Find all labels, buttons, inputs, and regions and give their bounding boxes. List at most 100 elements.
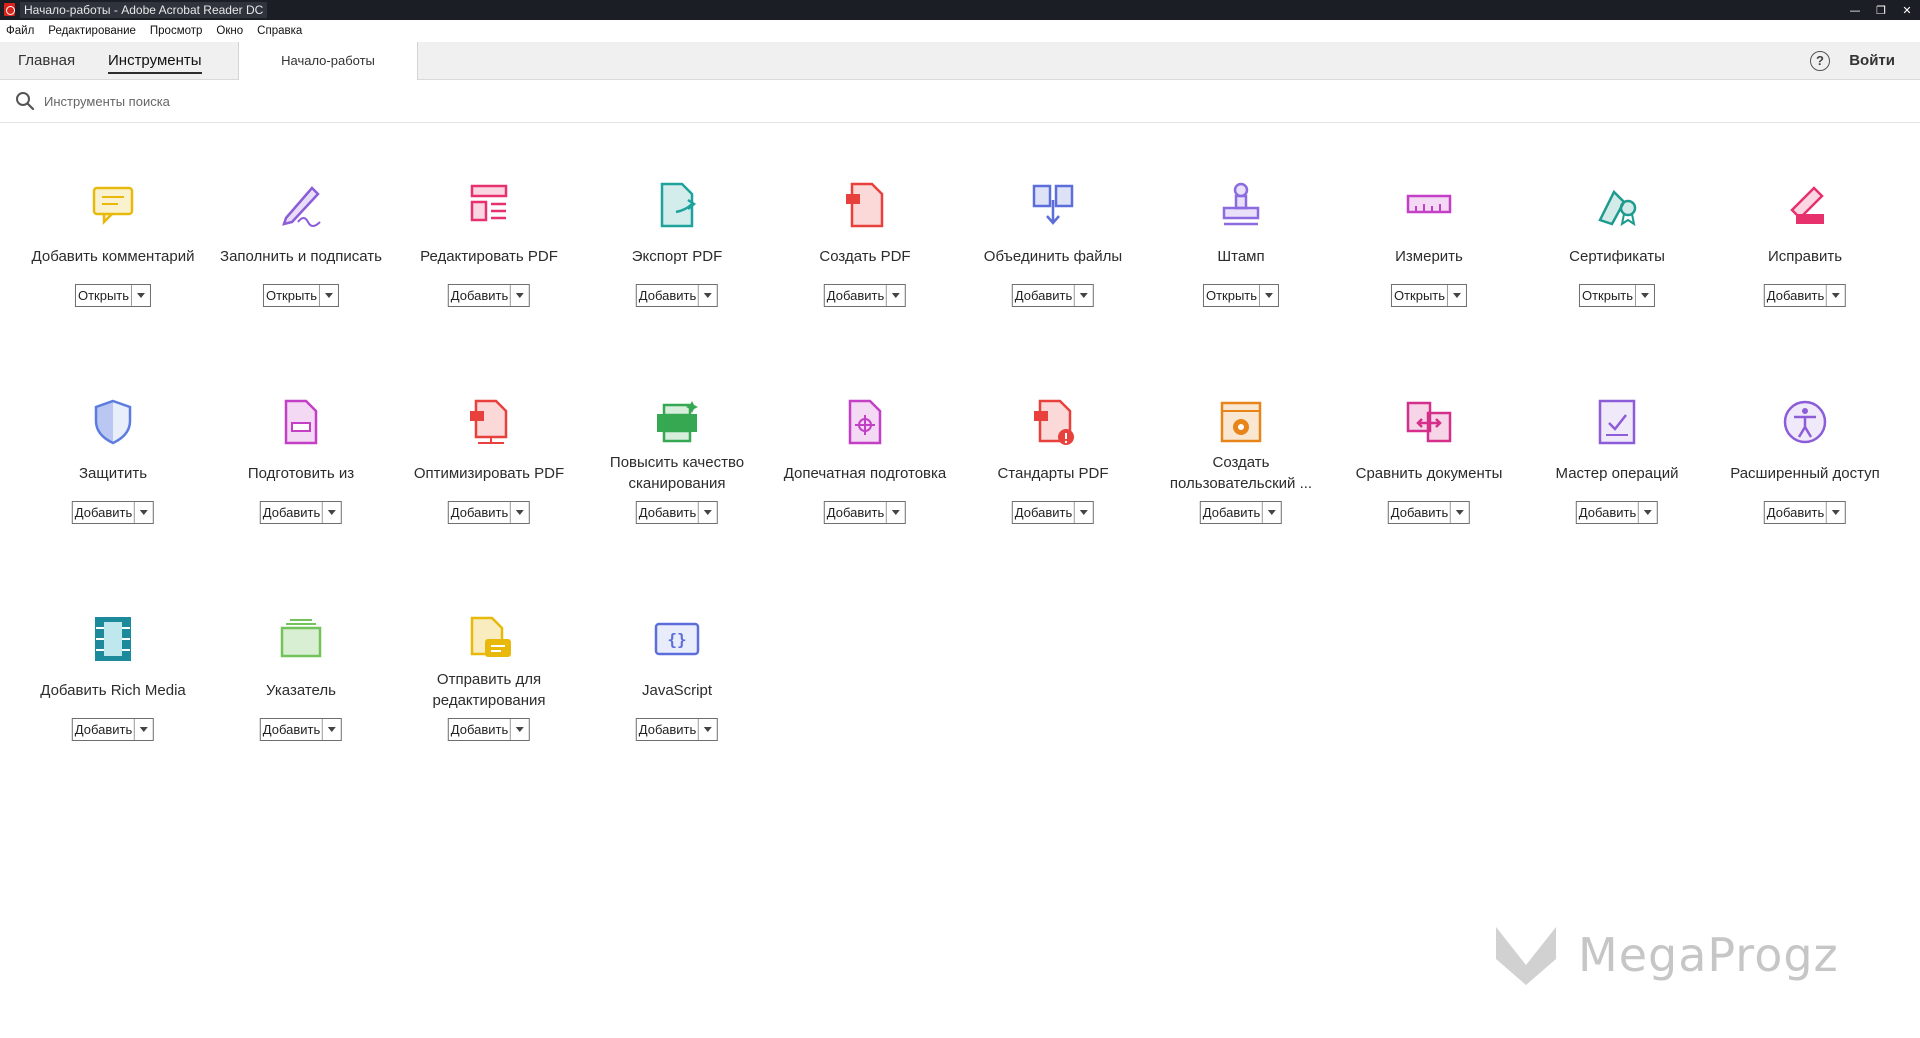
tool-action-button[interactable]: Добавить <box>823 284 907 307</box>
tool-action-button[interactable]: Добавить <box>1011 501 1095 524</box>
tool-card[interactable]: Исправить Добавить <box>1711 180 1899 340</box>
tool-card[interactable]: Создать пользовательский ... Добавить <box>1147 397 1335 557</box>
chevron-down-icon[interactable] <box>1827 285 1845 306</box>
pdf-standards-icon[interactable] <box>1028 397 1078 447</box>
chevron-down-icon[interactable] <box>323 502 341 523</box>
chevron-down-icon[interactable] <box>511 502 529 523</box>
chevron-down-icon[interactable] <box>135 502 153 523</box>
menu-help[interactable]: Справка <box>257 25 302 37</box>
tool-card[interactable]: Экспорт PDF Добавить <box>583 180 771 340</box>
tool-card[interactable]: Допечатная подготовка Добавить <box>771 397 959 557</box>
stamp-icon[interactable] <box>1216 180 1266 230</box>
chevron-down-icon[interactable] <box>323 719 341 740</box>
chevron-down-icon[interactable] <box>887 285 905 306</box>
chevron-down-icon[interactable] <box>699 719 717 740</box>
tool-action-button[interactable]: Добавить <box>823 501 907 524</box>
chevron-down-icon[interactable] <box>320 285 338 306</box>
tool-card[interactable]: Расширенный доступ Добавить <box>1711 397 1899 557</box>
tool-card[interactable]: Стандарты PDF Добавить <box>959 397 1147 557</box>
measure-icon[interactable] <box>1404 180 1454 230</box>
minimize-icon[interactable]: — <box>1842 0 1868 20</box>
chevron-down-icon[interactable] <box>699 285 717 306</box>
menu-file[interactable]: Файл <box>6 25 34 37</box>
index-icon[interactable] <box>276 614 326 664</box>
tool-action-button[interactable]: Добавить <box>1575 501 1659 524</box>
tool-card[interactable]: Редактировать PDF Добавить <box>395 180 583 340</box>
chevron-down-icon[interactable] <box>132 285 150 306</box>
tool-action-button[interactable]: Открыть <box>1202 284 1280 307</box>
tool-action-button[interactable]: Открыть <box>74 284 152 307</box>
menu-window[interactable]: Окно <box>216 25 243 37</box>
rich-media-icon[interactable] <box>88 614 138 664</box>
tool-card[interactable]: Мастер операций Добавить <box>1523 397 1711 557</box>
tool-card[interactable]: Сравнить документы Добавить <box>1335 397 1523 557</box>
chevron-down-icon[interactable] <box>1260 285 1278 306</box>
tool-card[interactable]: Сертификаты Открыть <box>1523 180 1711 340</box>
tool-card[interactable]: Объединить файлы Добавить <box>959 180 1147 340</box>
tool-action-button[interactable]: Добавить <box>635 718 719 741</box>
edit-pdf-icon[interactable] <box>464 180 514 230</box>
chevron-down-icon[interactable] <box>1448 285 1466 306</box>
tool-card[interactable]: Заполнить и подписать Открыть <box>207 180 395 340</box>
chevron-down-icon[interactable] <box>1639 502 1657 523</box>
tool-action-button[interactable]: Открыть <box>1578 284 1656 307</box>
signin-button[interactable]: Войти <box>1849 42 1895 80</box>
tool-action-button[interactable]: Открыть <box>262 284 340 307</box>
tool-action-button[interactable]: Добавить <box>1199 501 1283 524</box>
tool-action-button[interactable]: Добавить <box>71 718 155 741</box>
tool-card[interactable]: Подготовить из Добавить <box>207 397 395 557</box>
custom-tool-icon[interactable] <box>1216 397 1266 447</box>
tool-action-button[interactable]: Добавить <box>635 284 719 307</box>
tool-card[interactable]: Создать PDF Добавить <box>771 180 959 340</box>
tab-tools[interactable]: Инструменты <box>108 42 202 80</box>
chevron-down-icon[interactable] <box>699 502 717 523</box>
tool-action-button[interactable]: Добавить <box>1011 284 1095 307</box>
fill-sign-icon[interactable] <box>276 180 326 230</box>
tool-action-button[interactable]: Добавить <box>1763 501 1847 524</box>
tab-document[interactable]: Начало-работы <box>238 42 418 80</box>
search-input[interactable] <box>44 90 644 112</box>
restore-icon[interactable]: ❐ <box>1868 0 1894 20</box>
tool-action-button[interactable]: Открыть <box>1390 284 1468 307</box>
protect-icon[interactable] <box>88 397 138 447</box>
prepare-form-icon[interactable] <box>276 397 326 447</box>
combine-files-icon[interactable] <box>1028 180 1078 230</box>
chevron-down-icon[interactable] <box>1636 285 1654 306</box>
tool-action-button[interactable]: Добавить <box>259 501 343 524</box>
send-for-review-icon[interactable] <box>464 614 514 664</box>
tool-card[interactable]: Добавить Rich Media Добавить <box>19 614 207 774</box>
chevron-down-icon[interactable] <box>1827 502 1845 523</box>
chevron-down-icon[interactable] <box>1451 502 1469 523</box>
redact-icon[interactable] <box>1780 180 1830 230</box>
tool-action-button[interactable]: Добавить <box>1763 284 1847 307</box>
tool-card[interactable]: Повысить качество сканирования Добавить <box>583 397 771 557</box>
chevron-down-icon[interactable] <box>135 719 153 740</box>
question-circle-icon[interactable]: ? <box>1810 51 1830 71</box>
chevron-down-icon[interactable] <box>1075 502 1093 523</box>
tool-card[interactable]: Добавить комментарий Открыть <box>19 180 207 340</box>
tool-card[interactable]: Измерить Открыть <box>1335 180 1523 340</box>
tool-action-button[interactable]: Добавить <box>71 501 155 524</box>
tool-card[interactable]: Защитить Добавить <box>19 397 207 557</box>
certificates-icon[interactable] <box>1592 180 1642 230</box>
tool-action-button[interactable]: Добавить <box>447 718 531 741</box>
chevron-down-icon[interactable] <box>1075 285 1093 306</box>
optimize-pdf-icon[interactable] <box>464 397 514 447</box>
tool-card[interactable]: Штамп Открыть <box>1147 180 1335 340</box>
action-wizard-icon[interactable] <box>1592 397 1642 447</box>
tool-action-button[interactable]: Добавить <box>259 718 343 741</box>
tool-card[interactable]: Указатель Добавить <box>207 614 395 774</box>
menu-edit[interactable]: Редактирование <box>48 25 136 37</box>
create-pdf-icon[interactable] <box>840 180 890 230</box>
menu-view[interactable]: Просмотр <box>150 25 203 37</box>
tool-card[interactable]: {} JavaScript Добавить <box>583 614 771 774</box>
tool-card[interactable]: Отправить для редактирования Добавить <box>395 614 583 774</box>
chevron-down-icon[interactable] <box>511 719 529 740</box>
chevron-down-icon[interactable] <box>511 285 529 306</box>
comment-icon[interactable] <box>88 180 138 230</box>
tool-action-button[interactable]: Добавить <box>447 284 531 307</box>
chevron-down-icon[interactable] <box>1263 502 1281 523</box>
tab-home[interactable]: Главная <box>18 42 75 80</box>
javascript-icon[interactable]: {} <box>652 614 702 664</box>
compare-icon[interactable] <box>1404 397 1454 447</box>
